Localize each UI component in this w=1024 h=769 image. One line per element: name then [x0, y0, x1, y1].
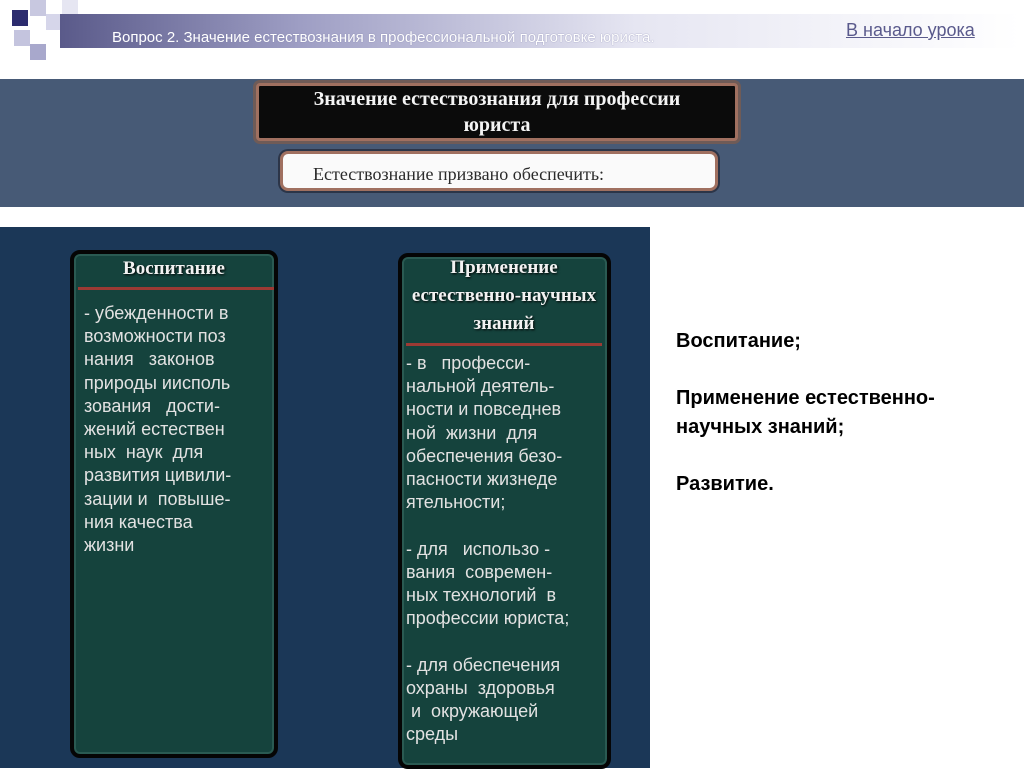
slide-title: Значение естествознания для профессии юр… [256, 83, 738, 141]
slide-title-line1: Значение естествознания для профессии [313, 88, 681, 110]
column-application-text: - в професси- нальной деятель- ности и п… [406, 353, 570, 745]
summary-item-application: Применение естественно- научных знаний; [676, 387, 935, 438]
deco-square [14, 30, 30, 46]
home-link[interactable]: В начало урока [846, 20, 975, 41]
deco-square [30, 0, 46, 16]
column-divider [78, 287, 274, 290]
deco-square [12, 10, 28, 26]
column-upbringing-text: - убежденности в возможности поз нания з… [84, 303, 232, 556]
lesson-topic: Вопрос 2. Значение естествознания в проф… [112, 29, 655, 46]
summary-item-development: Развитие. [676, 473, 774, 495]
column-upbringing-heading: Воспитание [123, 258, 225, 279]
column-application-heading: Применение естественно-научных знаний [411, 257, 597, 334]
slide-subtitle: Естествознание призвано обеспечить: [280, 151, 718, 191]
summary-item-upbringing: Воспитание; [676, 330, 801, 352]
column-divider [406, 343, 602, 346]
deco-square [30, 44, 46, 60]
summary-list: Воспитание; Применение естественно- науч… [676, 327, 935, 527]
slide-title-line2: юриста [463, 114, 531, 136]
